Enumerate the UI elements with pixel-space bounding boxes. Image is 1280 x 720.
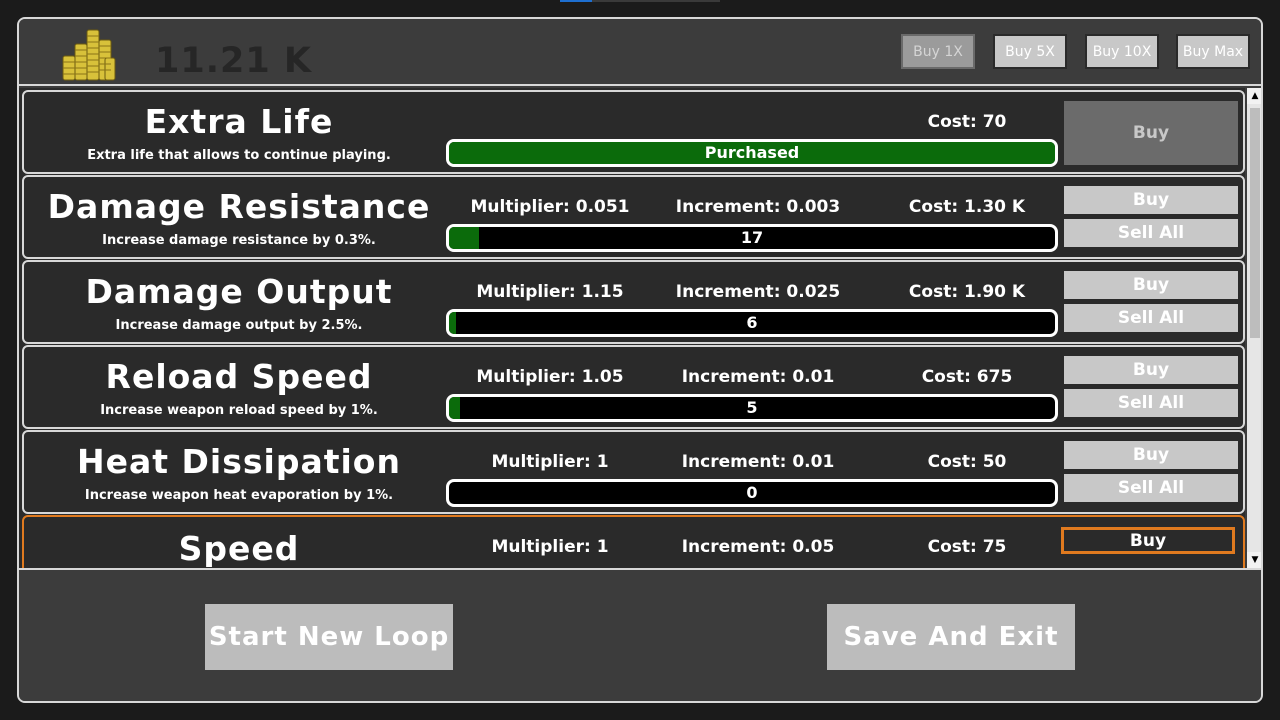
upgrade-title: Extra Life — [144, 102, 334, 141]
upgrade-progress-bar: 5 — [446, 394, 1058, 422]
start-new-loop-button[interactable]: Start New Loop — [205, 604, 453, 670]
buy-5x-button[interactable]: Buy 5X — [993, 34, 1067, 69]
upgrade-row-speed: Speed Multiplier: 1 Increment: 0.05 Cost… — [22, 515, 1245, 568]
upgrade-description: Increase damage resistance by 0.3%. — [102, 233, 376, 248]
upgrade-increment: Increment: 0.05 — [681, 537, 835, 557]
scroll-down-arrow-icon[interactable]: ▼ — [1247, 552, 1261, 568]
upgrade-increment: Increment: 0.01 — [681, 452, 835, 472]
upgrade-cost: Cost: 1.30 K — [908, 197, 1026, 217]
upgrade-multiplier: Multiplier: 1 — [491, 537, 609, 557]
upgrade-shop-panel: 11.21 K Buy 1X Buy 5X Buy 10X Buy Max Ex… — [17, 17, 1263, 703]
progress-label: 6 — [746, 313, 758, 332]
upgrade-description: Increase weapon heat evaporation by 1%. — [84, 488, 394, 503]
buy-button[interactable]: Buy — [1064, 186, 1238, 214]
upgrade-cost: Cost: 1.90 K — [908, 282, 1026, 302]
gold-coins-icon — [62, 29, 116, 81]
upgrade-progress-bar: 0 — [446, 479, 1058, 507]
upgrade-cost: Cost: 75 — [927, 537, 1007, 557]
upgrade-description: Increase weapon reload speed by 1%. — [100, 403, 378, 418]
sell-all-button[interactable]: Sell All — [1064, 219, 1238, 247]
upgrade-progress-bar: 17 — [446, 224, 1058, 252]
upgrade-row-damage-resistance: Damage Resistance Increase damage resist… — [22, 175, 1245, 259]
progress-label: 17 — [740, 228, 764, 247]
save-and-exit-button[interactable]: Save And Exit — [827, 604, 1075, 670]
buy-button[interactable]: Buy — [1064, 101, 1238, 165]
sell-all-button[interactable]: Sell All — [1064, 474, 1238, 502]
shop-footer: Start New Loop Save And Exit — [19, 568, 1261, 701]
buy-1x-button[interactable]: Buy 1X — [901, 34, 975, 69]
list-scrollbar[interactable]: ▲ ▼ — [1247, 88, 1261, 568]
upgrade-row-extra-life: Extra Life Extra life that allows to con… — [22, 90, 1245, 174]
buy-button[interactable]: Buy — [1064, 356, 1238, 384]
upgrade-title: Heat Dissipation — [77, 442, 401, 481]
progress-label: 5 — [746, 398, 758, 417]
upgrade-description: Increase damage output by 2.5%. — [115, 318, 363, 333]
upgrade-increment: Increment: 0.01 — [681, 367, 835, 387]
buy-max-button[interactable]: Buy Max — [1176, 34, 1250, 69]
upgrade-progress-bar: Purchased — [446, 139, 1058, 167]
upgrade-increment: Increment: 0.003 — [675, 197, 841, 217]
sell-all-button[interactable]: Sell All — [1064, 304, 1238, 332]
scroll-up-arrow-icon[interactable]: ▲ — [1247, 88, 1261, 104]
upgrade-title: Damage Resistance — [47, 187, 431, 226]
upgrade-title: Speed — [178, 529, 300, 568]
progress-label: 0 — [746, 483, 758, 502]
upgrade-row-damage-output: Damage Output Increase damage output by … — [22, 260, 1245, 344]
upgrade-multiplier: Multiplier: 1.05 — [476, 367, 624, 387]
upgrade-description: Extra life that allows to continue playi… — [87, 148, 391, 163]
upgrade-multiplier: Multiplier: 1.15 — [476, 282, 624, 302]
upgrade-list[interactable]: Extra Life Extra life that allows to con… — [19, 88, 1245, 568]
upgrade-cost: Cost: 50 — [927, 452, 1007, 472]
upgrade-title: Reload Speed — [105, 357, 373, 396]
buy-button[interactable]: Buy — [1064, 441, 1238, 469]
shop-header: 11.21 K Buy 1X Buy 5X Buy 10X Buy Max — [19, 19, 1261, 86]
currency-amount: 11.21 K — [155, 41, 313, 81]
buy-10x-button[interactable]: Buy 10X — [1085, 34, 1159, 69]
upgrade-row-heat-dissipation: Heat Dissipation Increase weapon heat ev… — [22, 430, 1245, 514]
buy-button[interactable]: Buy — [1064, 271, 1238, 299]
upgrade-title: Damage Output — [85, 272, 393, 311]
upgrade-multiplier: Multiplier: 1 — [491, 452, 609, 472]
buy-button-selected[interactable]: Buy — [1061, 527, 1235, 554]
upgrade-multiplier: Multiplier: 0.051 — [470, 197, 630, 217]
top-accent-bar — [560, 0, 720, 2]
scrollbar-thumb[interactable] — [1250, 108, 1260, 338]
sell-all-button[interactable]: Sell All — [1064, 389, 1238, 417]
upgrade-progress-bar: 6 — [446, 309, 1058, 337]
progress-label: Purchased — [704, 143, 800, 162]
upgrade-row-reload-speed: Reload Speed Increase weapon reload spee… — [22, 345, 1245, 429]
upgrade-increment: Increment: 0.025 — [675, 282, 841, 302]
upgrade-cost: Cost: 675 — [921, 367, 1013, 387]
upgrade-cost: Cost: 70 — [927, 112, 1007, 132]
